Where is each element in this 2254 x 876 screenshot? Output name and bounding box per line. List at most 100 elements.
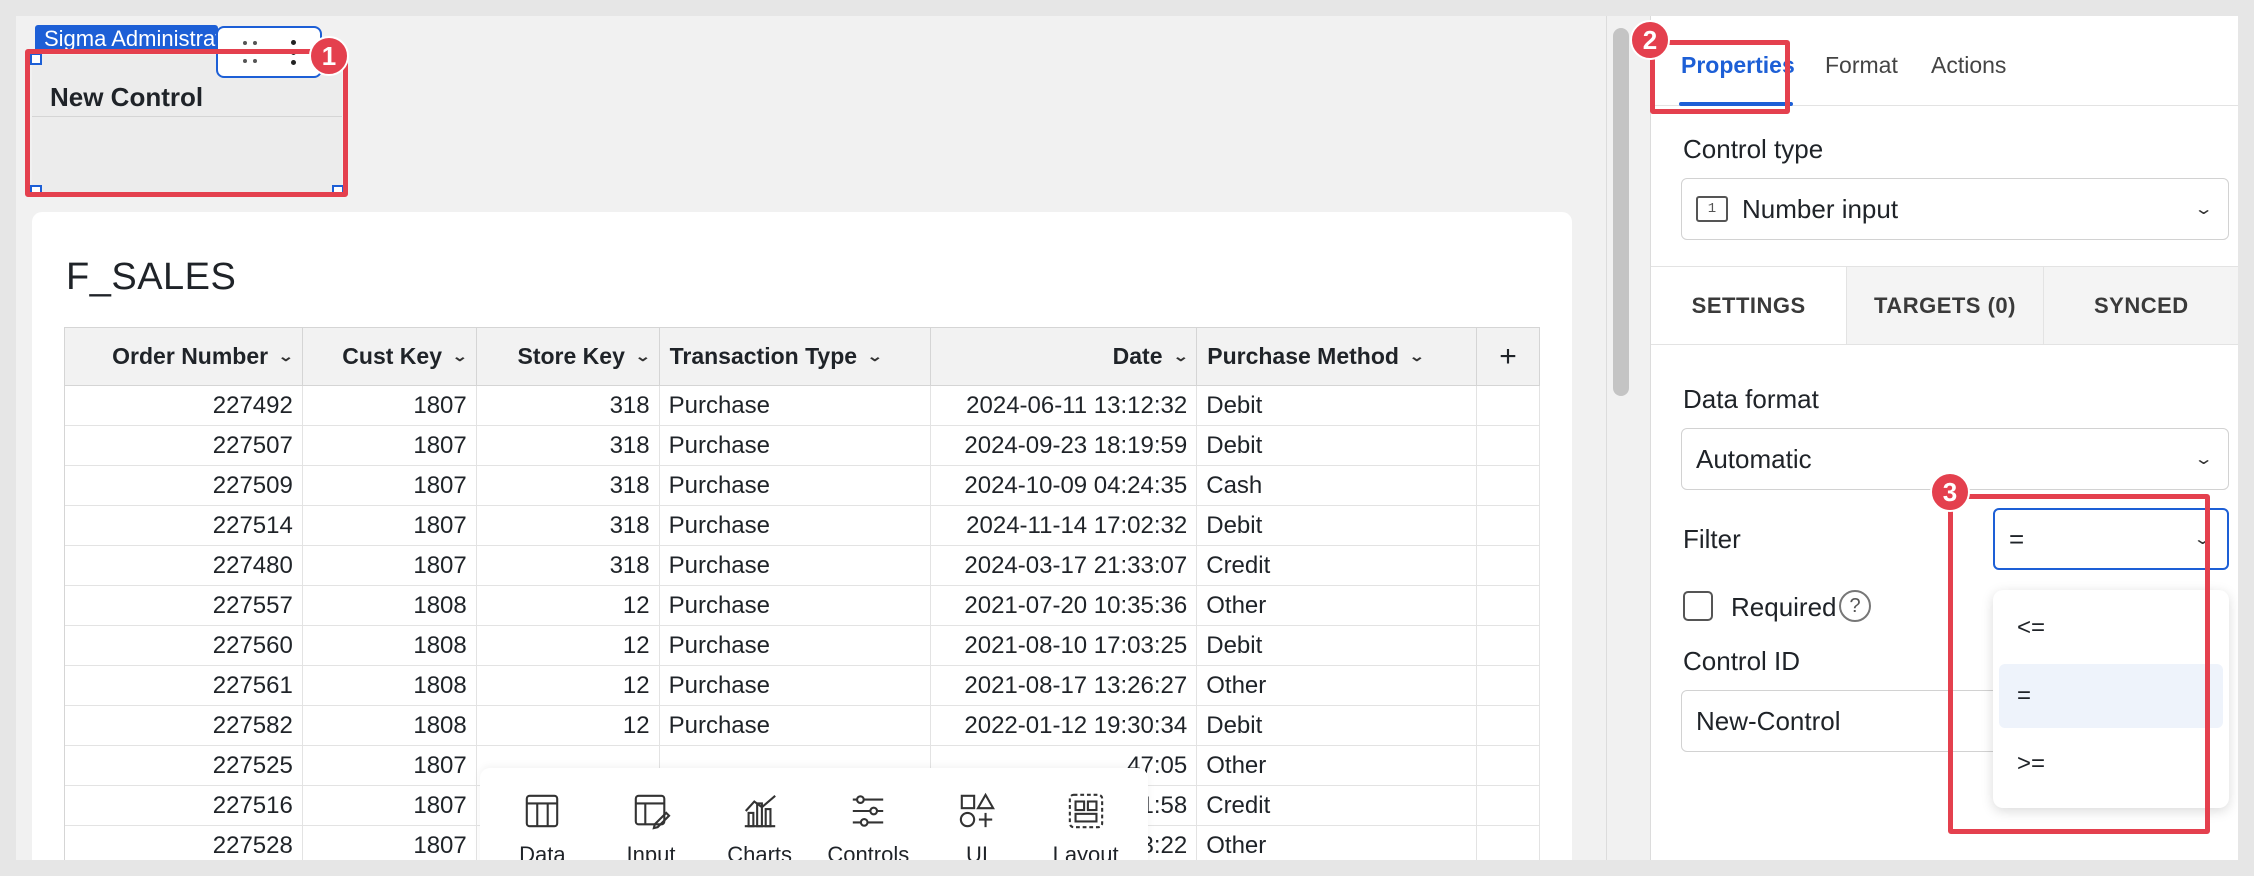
tab-properties[interactable]: Properties [1681,52,1795,79]
table-cell[interactable]: 1807 [303,506,477,545]
help-icon[interactable]: ? [1839,590,1871,622]
table-cell[interactable]: Debit [1197,706,1478,745]
table-cell[interactable]: 227582 [65,706,303,745]
table-cell[interactable]: Purchase [660,706,932,745]
table-cell[interactable]: Purchase [660,626,932,665]
table-cell[interactable]: Other [1197,666,1478,705]
table-cell[interactable]: 1808 [303,626,477,665]
table-cell[interactable]: 227561 [65,666,303,705]
filter-option-lte[interactable]: <= [1999,596,2223,660]
control-title[interactable]: New Control [50,82,203,113]
table-cell[interactable]: 2024-09-23 18:19:59 [931,426,1198,465]
table-cell[interactable]: 1807 [303,466,477,505]
tab-format[interactable]: Format [1825,52,1898,79]
table-row[interactable]: 227514 1807 318 Purchase 2024-11-14 17:02:32… [65,506,1541,546]
column-header-store-key[interactable]: Store Key ⌄ [477,328,660,385]
table-cell[interactable]: 227514 [65,506,303,545]
table-cell[interactable]: 1808 [303,666,477,705]
table-cell[interactable]: 2024-03-17 21:33:07 [931,546,1198,585]
table-cell[interactable]: 1807 [303,826,477,860]
table-row[interactable]: 227507 1807 318 Purchase 2024-09-23 18:19:59… [65,426,1541,466]
tab-actions[interactable]: Actions [1931,52,2006,79]
table-cell[interactable]: 227525 [65,746,303,785]
table-cell[interactable]: 227516 [65,786,303,825]
tab-settings[interactable]: SETTINGS [1651,267,1847,344]
chevron-down-icon[interactable]: ⌄ [1409,348,1425,365]
table-cell[interactable]: 318 [477,546,660,585]
resize-handle[interactable] [30,53,42,65]
table-cell[interactable]: Purchase [660,546,932,585]
table-cell[interactable]: 318 [477,386,660,425]
table-cell[interactable]: Other [1197,586,1478,625]
table-cell[interactable]: Purchase [660,466,932,505]
number-input-field[interactable] [32,116,342,194]
table-cell[interactable]: 1808 [303,706,477,745]
table-cell[interactable]: 318 [477,466,660,505]
table-cell[interactable]: 1807 [303,386,477,425]
drag-handle-icon[interactable] [242,41,258,63]
table-cell[interactable]: Debit [1197,386,1478,425]
table-cell[interactable]: Credit [1197,786,1478,825]
resize-handle[interactable] [332,185,344,197]
table-cell[interactable]: Credit [1197,546,1478,585]
table-cell[interactable]: Debit [1197,626,1478,665]
table-cell[interactable]: 227480 [65,546,303,585]
control-type-select[interactable]: 1 Number input ⌄ [1681,178,2229,240]
table-cell[interactable]: Purchase [660,386,932,425]
table-cell[interactable]: 227528 [65,826,303,860]
table-row[interactable]: 227509 1807 318 Purchase 2024-10-09 04:24:35… [65,466,1541,506]
table-cell[interactable]: 2024-06-11 13:12:32 [931,386,1198,425]
table-cell[interactable]: 227507 [65,426,303,465]
filter-option-eq[interactable]: = [1999,664,2223,728]
table-cell[interactable]: 12 [477,586,660,625]
toolbar-ui-button[interactable]: UI [927,768,1027,860]
column-header-transaction-type[interactable]: Transaction Type ⌄ [660,328,932,385]
table-cell[interactable]: 318 [477,426,660,465]
table-cell[interactable]: 1807 [303,546,477,585]
table-cell[interactable]: Debit [1197,506,1478,545]
table-cell[interactable]: 2021-08-10 17:03:25 [931,626,1198,665]
table-cell[interactable]: 1808 [303,586,477,625]
chevron-down-icon[interactable]: ⌄ [452,348,468,365]
table-cell[interactable]: 12 [477,626,660,665]
table-row[interactable]: 227480 1807 318 Purchase 2024-03-17 21:33:07… [65,546,1541,586]
table-cell[interactable]: 2021-07-20 10:35:36 [931,586,1198,625]
table-row[interactable]: 227582 1808 12 Purchase 2022-01-12 19:30:34 D… [65,706,1541,746]
column-header-purchase-method[interactable]: Purchase Method ⌄ [1197,328,1478,385]
table-cell[interactable]: 2021-08-17 13:26:27 [931,666,1198,705]
table-row[interactable]: 227492 1807 318 Purchase 2024-06-11 13:12:32… [65,386,1541,426]
toolbar-input-button[interactable]: Input [601,768,701,860]
toolbar-layout-button[interactable]: Layout [1036,768,1136,860]
column-header-cust-key[interactable]: Cust Key ⌄ [303,328,477,385]
table-cell[interactable]: 1807 [303,786,477,825]
table-cell[interactable]: 227509 [65,466,303,505]
tab-targets[interactable]: TARGETS (0) [1846,267,2043,344]
table-cell[interactable]: Cash [1197,466,1478,505]
table-row[interactable]: 227561 1808 12 Purchase 2021-08-17 13:26:27 O… [65,666,1541,706]
table-cell[interactable]: Purchase [660,506,932,545]
table-cell[interactable]: Purchase [660,666,932,705]
table-cell[interactable]: 1807 [303,426,477,465]
table-cell[interactable]: 1807 [303,746,477,785]
toolbar-data-button[interactable]: Data [492,768,592,860]
chevron-down-icon[interactable]: ⌄ [867,348,883,365]
toolbar-charts-button[interactable]: Charts [710,768,810,860]
toolbar-controls-button[interactable]: Controls [818,768,918,860]
table-cell[interactable]: 2024-11-14 17:02:32 [931,506,1198,545]
filter-select[interactable]: = ⌄ [1993,508,2229,570]
table-cell[interactable]: 12 [477,706,660,745]
table-row[interactable]: 227557 1808 12 Purchase 2021-07-20 10:35:36 O… [65,586,1541,626]
table-cell[interactable]: Purchase [660,426,932,465]
column-header-date[interactable]: Date ⌄ [931,328,1198,385]
filter-option-gte[interactable]: >= [1999,732,2223,796]
required-checkbox[interactable] [1683,591,1713,621]
table-cell[interactable]: 2022-01-12 19:30:34 [931,706,1198,745]
tab-synced[interactable]: SYNCED [2042,267,2238,344]
chevron-down-icon[interactable]: ⌄ [278,348,294,365]
table-row[interactable]: 227560 1808 12 Purchase 2021-08-10 17:03:25 D… [65,626,1541,666]
table-cell[interactable]: Debit [1197,426,1478,465]
table-cell[interactable]: 227560 [65,626,303,665]
column-header-order-number[interactable]: Order Number ⌄ [65,328,303,385]
add-column-button[interactable]: + [1477,328,1541,385]
resize-handle[interactable] [30,185,42,197]
